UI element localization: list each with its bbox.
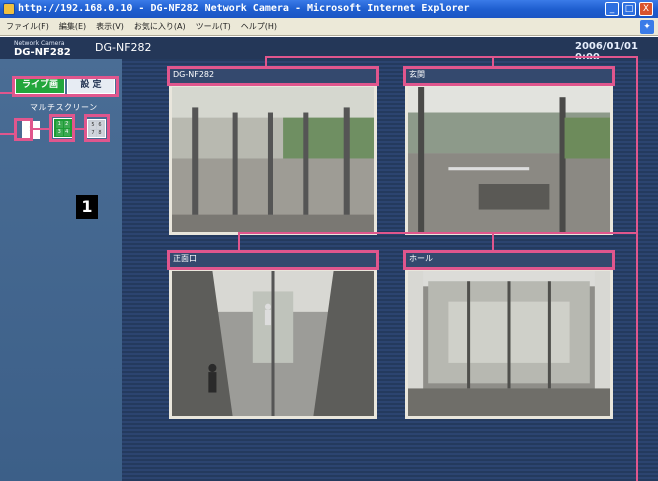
close-button[interactable]: X	[639, 2, 653, 16]
model-label: DG-NF282	[14, 47, 71, 58]
callout-box-camera-4	[403, 250, 615, 270]
window-title: http://192.168.0.10 - DG-NF282 Network C…	[18, 3, 470, 14]
window-title-bar: http://192.168.0.10 - DG-NF282 Network C…	[0, 0, 658, 18]
menu-tools[interactable]: ツール(T)	[196, 18, 231, 35]
callout-box-tabs	[12, 76, 119, 97]
camera-panel[interactable]: 正面口	[169, 251, 377, 419]
menu-view[interactable]: 表示(V)	[96, 18, 124, 35]
callout-line	[75, 128, 84, 130]
menu-help[interactable]: ヘルプ(H)	[241, 18, 277, 35]
callout-line	[238, 232, 240, 250]
callout-number-badge: 1	[76, 195, 98, 219]
callout-line-middle	[238, 232, 638, 234]
camera-image	[172, 271, 374, 416]
callout-box-camera-1	[167, 66, 379, 86]
multi-screen-label: マルチスクリーン	[30, 103, 98, 112]
menu-favorites[interactable]: お気に入り(A)	[134, 18, 186, 35]
callout-box-view-8	[84, 114, 110, 142]
camera-panel[interactable]: ホール	[405, 251, 613, 419]
menu-file[interactable]: ファイル(F)	[6, 18, 49, 35]
network-camera-label: Network Camera	[14, 40, 65, 47]
callout-box-view-4	[49, 114, 75, 142]
camera-image	[408, 271, 610, 416]
camera-panel[interactable]: 玄関	[405, 67, 613, 235]
callout-line	[492, 232, 494, 250]
callout-line-right	[636, 56, 638, 481]
callout-box-view-1	[14, 118, 33, 141]
menu-edit[interactable]: 編集(E)	[59, 18, 86, 35]
callout-line	[265, 56, 267, 68]
camera-image	[408, 87, 610, 232]
page-title: DG-NF282	[95, 41, 152, 54]
camera-panel[interactable]: DG-NF282	[169, 67, 377, 235]
windows-logo-icon: ✦	[640, 20, 654, 34]
callout-line	[33, 128, 49, 130]
callout-box-camera-2	[403, 66, 615, 86]
minimize-button[interactable]: _	[605, 2, 619, 16]
callout-box-camera-3	[167, 250, 379, 270]
maximize-button[interactable]: □	[622, 2, 636, 16]
callout-line	[492, 56, 494, 68]
menu-bar: ファイル(F) 編集(E) 表示(V) お気に入り(A) ツール(T) ヘルプ(…	[0, 18, 658, 36]
ie-page-icon	[3, 3, 15, 15]
camera-image	[172, 87, 374, 232]
callout-line-left-view	[0, 133, 14, 135]
callout-line-top	[265, 56, 638, 58]
